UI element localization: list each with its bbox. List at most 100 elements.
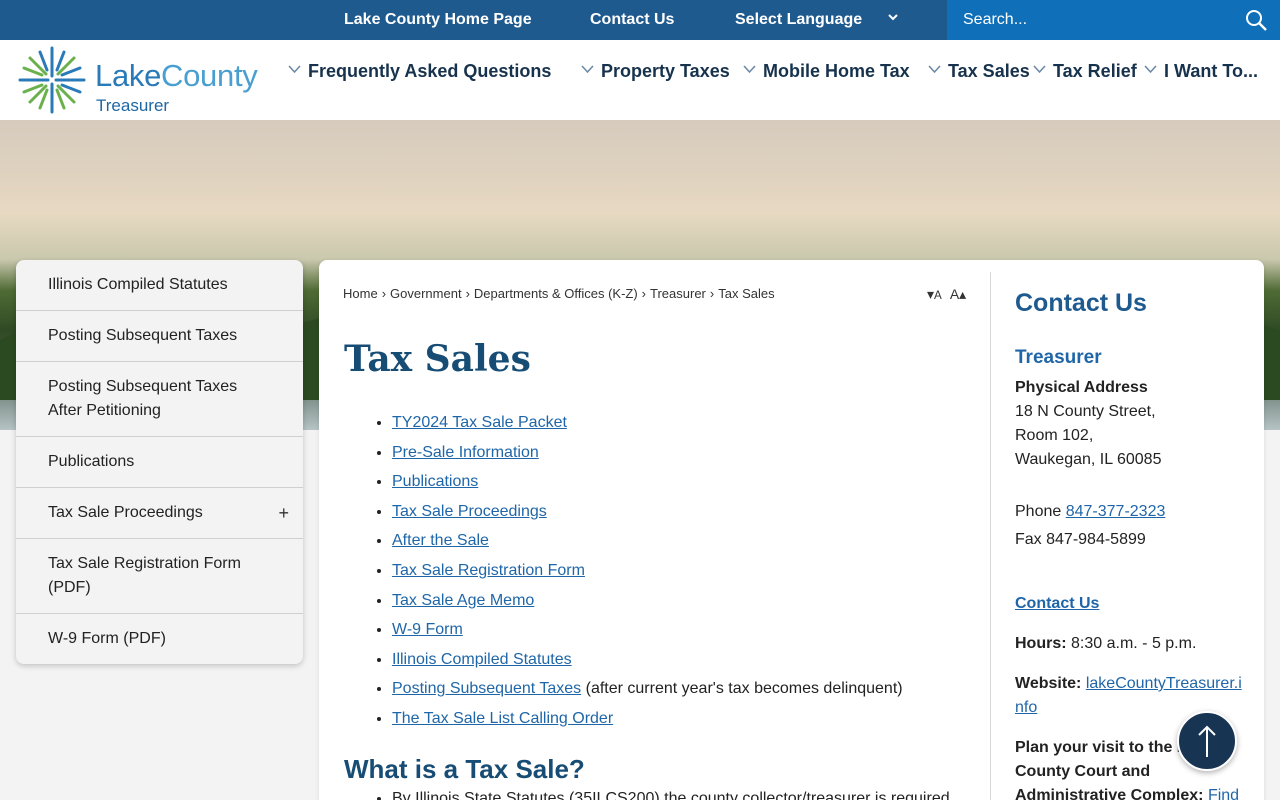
decrease-font-icon[interactable]: ▾A xyxy=(927,286,942,302)
sidenav-posting-subsequent-taxes-after-petitioning[interactable]: Posting Subsequent Taxes After Petitioni… xyxy=(16,362,303,437)
sidenav-tax-sale-proceedings[interactable]: Tax Sale Proceedings + xyxy=(16,488,303,539)
sidenav-label: Posting Subsequent Taxes xyxy=(48,327,238,344)
font-size-controls: ▾A A▴ xyxy=(919,286,966,303)
contact-title: Contact Us xyxy=(1015,289,1147,317)
breadcrumb-treasurer[interactable]: Treasurer xyxy=(650,286,706,301)
section-paragraph: By Illinois State Statutes (35ILCS200) t… xyxy=(392,790,950,800)
link-publications[interactable]: Publications xyxy=(392,473,478,490)
list-item: After the Sale xyxy=(392,526,992,556)
nav-i-want-to[interactable]: I Want To... xyxy=(1144,40,1258,102)
section-side-nav: Illinois Compiled Statutes Posting Subse… xyxy=(16,260,303,664)
link-after-the-sale[interactable]: After the Sale xyxy=(392,532,489,549)
page-title: Tax Sales xyxy=(344,338,531,380)
logo-wordmark: LakeCounty xyxy=(95,58,258,94)
nav-label: Frequently Asked Questions xyxy=(308,61,552,81)
logo-name-county: County xyxy=(161,58,258,93)
section-heading: What is a Tax Sale? xyxy=(344,754,585,784)
increase-font-icon[interactable]: A▴ xyxy=(950,286,966,302)
logo-subtitle: Treasurer xyxy=(96,96,170,115)
phone-row: Phone 847-377-2323 xyxy=(1015,500,1245,524)
list-item: Posting Subsequent Taxes (after current … xyxy=(392,674,992,704)
link-tax-sale-registration-form[interactable]: Tax Sale Registration Form xyxy=(392,562,585,579)
nav-tax-relief[interactable]: Tax Relief xyxy=(1033,40,1137,102)
starburst-logo-icon xyxy=(18,46,86,114)
main-header: LakeCounty Treasurer Frequently Asked Qu… xyxy=(0,40,1280,120)
contact-us-link[interactable]: Contact Us xyxy=(1015,595,1099,612)
arrow-up-icon xyxy=(1198,725,1216,757)
lake-county-logo[interactable]: LakeCounty Treasurer xyxy=(16,44,276,116)
address-line2: Room 102, xyxy=(1015,427,1094,444)
chevron-down-icon xyxy=(581,65,594,74)
list-item: Tax Sale Registration Form xyxy=(392,556,992,586)
phone-label: Phone xyxy=(1015,503,1062,520)
link-posting-subsequent-taxes[interactable]: Posting Subsequent Taxes xyxy=(392,680,581,697)
chevron-down-icon xyxy=(928,65,941,74)
link-illinois-compiled-statutes[interactable]: Illinois Compiled Statutes xyxy=(392,651,572,668)
link-w9-form[interactable]: W-9 Form xyxy=(392,621,463,638)
expand-plus-icon[interactable]: + xyxy=(278,501,289,525)
address-label: Physical Address xyxy=(1015,379,1148,396)
county-home-link[interactable]: Lake County Home Page xyxy=(344,0,532,40)
link-pre-sale-information[interactable]: Pre-Sale Information xyxy=(392,444,539,461)
sidenav-tax-sale-registration-form[interactable]: Tax Sale Registration Form (PDF) xyxy=(16,539,303,614)
nav-tax-sales[interactable]: Tax Sales xyxy=(928,40,1030,102)
list-item: Illinois Compiled Statutes xyxy=(392,645,992,675)
sidenav-label: Illinois Compiled Statutes xyxy=(48,276,228,293)
fax-text: Fax 847-984-5899 xyxy=(1015,531,1146,548)
chevron-down-icon xyxy=(743,65,756,74)
chevron-down-icon xyxy=(1033,65,1046,74)
sidenav-publications[interactable]: Publications xyxy=(16,437,303,488)
nav-mobile-home-tax[interactable]: Mobile Home Tax xyxy=(743,40,910,102)
list-item: The Tax Sale List Calling Order xyxy=(392,704,992,734)
breadcrumb-separator: › xyxy=(709,286,715,301)
contact-office: Treasurer xyxy=(1015,347,1102,368)
list-item: Tax Sale Age Memo xyxy=(392,586,992,616)
language-select[interactable]: Select Language xyxy=(735,0,862,40)
logo-name-lake: Lake xyxy=(95,58,162,93)
link-note: (after current year's tax becomes delinq… xyxy=(581,680,903,698)
hours-row: Hours: 8:30 a.m. - 5 p.m. xyxy=(1015,632,1245,656)
sidenav-illinois-compiled-statutes[interactable]: Illinois Compiled Statutes xyxy=(16,260,303,311)
address-line3: Waukegan, IL 60085 xyxy=(1015,451,1162,468)
link-tax-sale-age-memo[interactable]: Tax Sale Age Memo xyxy=(392,592,534,609)
list-item: Tax Sale Proceedings xyxy=(392,497,992,527)
search-icon[interactable] xyxy=(1244,8,1268,32)
search-bar xyxy=(947,0,1280,40)
hours-label: Hours: xyxy=(1015,635,1067,652)
address-line1: 18 N County Street, xyxy=(1015,403,1156,420)
breadcrumb-separator: › xyxy=(641,286,647,301)
link-tax-sale-proceedings[interactable]: Tax Sale Proceedings xyxy=(392,503,547,520)
link-tax-sale-list-calling-order[interactable]: The Tax Sale List Calling Order xyxy=(392,710,613,727)
sidenav-label: Tax Sale Proceedings xyxy=(48,504,203,521)
utility-bar: Lake County Home Page Contact Us Select … xyxy=(0,0,1280,40)
tax-sale-links-list: TY2024 Tax Sale Packet Pre-Sale Informat… xyxy=(392,408,992,734)
main-content: Home › Government › Departments & Offices (K… xyxy=(319,260,1264,800)
nav-label: Property Taxes xyxy=(601,61,730,81)
back-to-top-button[interactable] xyxy=(1177,711,1237,771)
website-label: Website: xyxy=(1015,675,1082,692)
breadcrumb-separator: › xyxy=(381,286,387,301)
chevron-down-icon xyxy=(1144,65,1157,74)
phone-link[interactable]: 847-377-2323 xyxy=(1066,503,1166,520)
sidenav-label: Tax Sale Registration Form (PDF) xyxy=(48,555,241,596)
list-item: TY2024 Tax Sale Packet xyxy=(392,408,992,438)
nav-label: Tax Sales xyxy=(948,61,1030,81)
nav-property-taxes[interactable]: Property Taxes xyxy=(581,40,730,102)
sidenav-label: W-9 Form (PDF) xyxy=(48,630,166,647)
search-input[interactable] xyxy=(963,0,1223,40)
contact-link-row: Contact Us xyxy=(1015,592,1245,616)
top-contact-link[interactable]: Contact Us xyxy=(590,0,674,40)
breadcrumb-home[interactable]: Home xyxy=(343,286,378,301)
list-item: Publications xyxy=(392,467,992,497)
chevron-down-icon[interactable] xyxy=(886,10,900,24)
list-item: Pre-Sale Information xyxy=(392,438,992,468)
sidenav-w9-form[interactable]: W-9 Form (PDF) xyxy=(16,614,303,664)
breadcrumb-government[interactable]: Government xyxy=(390,286,462,301)
nav-frequently-asked-questions[interactable]: Frequently Asked Questions xyxy=(288,40,551,102)
visit-find-link[interactable]: Find xyxy=(1208,787,1239,800)
link-ty2024-tax-sale-packet[interactable]: TY2024 Tax Sale Packet xyxy=(392,414,567,431)
sidenav-posting-subsequent-taxes[interactable]: Posting Subsequent Taxes xyxy=(16,311,303,362)
breadcrumb-departments[interactable]: Departments & Offices (K-Z) xyxy=(474,286,638,301)
